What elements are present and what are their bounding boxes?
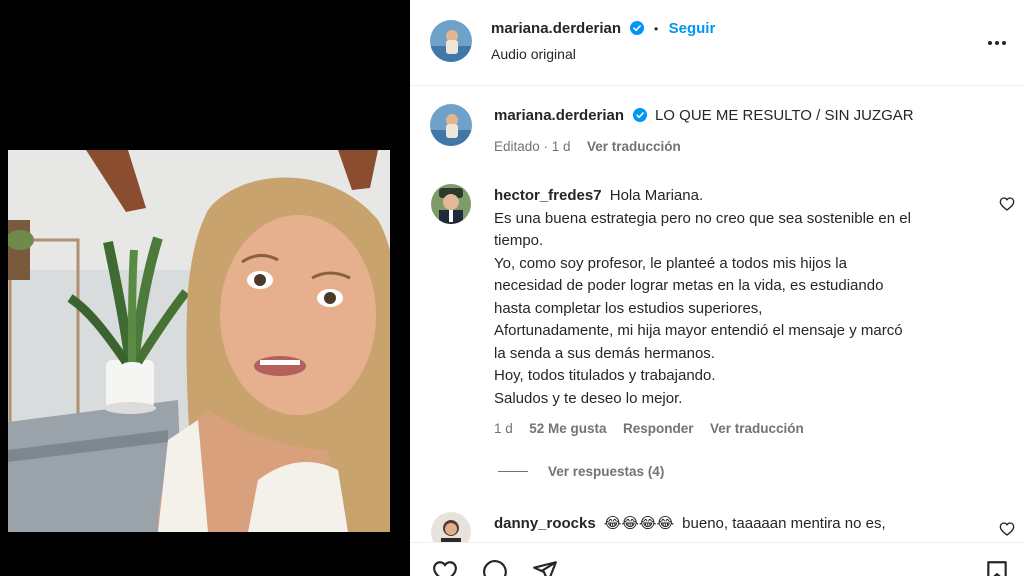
caption-username[interactable]: mariana.derderian	[494, 107, 624, 124]
view-replies-button[interactable]: Ver respuestas (4)	[548, 464, 664, 479]
share-icon[interactable]	[532, 559, 558, 576]
post-header: mariana.derderian • Seguir Audio origina…	[410, 0, 1024, 86]
verified-badge-icon	[629, 21, 644, 35]
caption-author-avatar[interactable]	[430, 104, 472, 146]
replies-divider	[498, 471, 528, 472]
comment-icon[interactable]	[482, 559, 508, 576]
comment-likes[interactable]: 52 Me gusta	[529, 421, 606, 436]
comment-like-heart-icon[interactable]	[999, 196, 1015, 212]
author-avatar-image	[430, 20, 472, 62]
audio-link[interactable]: Audio original	[491, 46, 576, 62]
post-side-panel: mariana.derderian • Seguir Audio origina…	[410, 0, 1024, 576]
caption-avatar-image	[430, 104, 472, 146]
header-separator: •	[653, 22, 659, 36]
save-icon[interactable]	[984, 559, 1010, 576]
comment-username[interactable]: hector_fredes7	[494, 187, 602, 204]
caption-meta: Editado · 1 d	[494, 139, 571, 154]
caption-verified-badge-icon	[632, 108, 647, 122]
video-frame-image	[8, 150, 390, 532]
follow-button[interactable]: Seguir	[669, 20, 716, 37]
comment-text: Es una buena estrategia pero no creo que…	[494, 209, 911, 407]
reel-video[interactable]	[8, 150, 390, 532]
comment-reply-button[interactable]: Responder	[623, 421, 694, 436]
heart-icon[interactable]	[432, 559, 458, 576]
author-username[interactable]: mariana.derderian	[491, 20, 621, 37]
caption-translate-link[interactable]: Ver traducción	[587, 139, 681, 154]
caption-text: LO QUE ME RESULTO / SIN JUZGAR	[654, 107, 914, 124]
comment-emojis: 😂😂😂😂	[603, 514, 674, 532]
author-avatar[interactable]	[430, 20, 472, 62]
comment-translate-link[interactable]: Ver traducción	[710, 421, 804, 436]
comment-username[interactable]: danny_roocks	[494, 515, 596, 532]
comment-like-heart-icon[interactable]	[999, 521, 1015, 537]
comment-time: 1 d	[494, 421, 513, 436]
action-bar	[410, 542, 1024, 576]
comment-first-line: Hola Mariana.	[609, 187, 704, 204]
reel-media-area	[0, 0, 410, 576]
comment-text: bueno, taaaaan mentira no es,	[682, 515, 886, 532]
more-horizontal-icon[interactable]	[986, 32, 1008, 54]
commenter-avatar[interactable]	[431, 184, 471, 224]
commenter-avatar-image	[431, 184, 471, 224]
